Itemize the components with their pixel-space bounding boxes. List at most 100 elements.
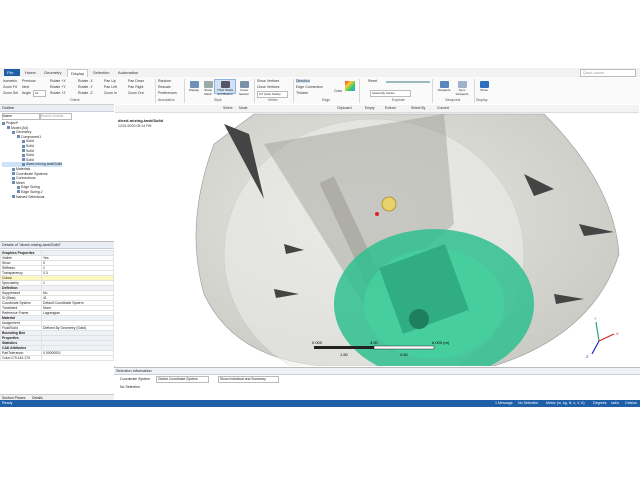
zoom-out-button[interactable]: Zoom Out <box>128 91 144 95</box>
tree-item-label: Project* <box>6 121 19 125</box>
status-messages[interactable]: 1 Message <box>495 400 513 407</box>
zoom-sel-button[interactable]: Zoom Sel <box>3 91 18 95</box>
explode-slider[interactable] <box>386 81 430 83</box>
cross-section-button[interactable]: Cross Section <box>236 79 252 96</box>
coordinate-system-dropdown[interactable]: Global Coordinate System <box>156 376 209 383</box>
tab-automation[interactable]: Automation <box>115 69 141 76</box>
tree-item-label: Edge Sizing 2 <box>21 189 43 194</box>
random-color-button[interactable]: Random <box>158 79 171 83</box>
viewports-button[interactable]: Viewports <box>436 79 452 94</box>
outline-panel: Outline Name Search Outline Project* Mode… <box>0 105 115 241</box>
rotate-py-button[interactable]: Rotate +Y <box>50 85 66 89</box>
thick-shells-icon <box>220 81 230 88</box>
tree-item-label: Mesh <box>16 180 25 185</box>
thicken-button[interactable]: Thicken <box>296 91 308 95</box>
status-temp[interactable]: Celsius <box>625 400 637 407</box>
convert-button[interactable]: Convert <box>437 106 449 111</box>
tab-selection[interactable]: Selection <box>90 69 112 76</box>
rotate-mx-button[interactable]: Rotate -X <box>78 79 93 83</box>
tab-display[interactable]: Display <box>67 69 89 77</box>
show-mode-dropdown[interactable]: Show Individual and Summary <box>218 376 279 383</box>
coordinate-system-label: Coordinate System <box>120 377 150 381</box>
show-label: Show <box>480 88 488 92</box>
property-value[interactable] <box>41 355 114 361</box>
rescale-button[interactable]: Rescale <box>158 85 171 89</box>
tree-item-label: Component1 <box>21 134 42 139</box>
show-icon <box>479 81 489 88</box>
scale-label: 4.50 <box>400 352 409 357</box>
model-render[interactable]: 0.000 3.00 6.000 (m) 1.50 4.50 Y X Z <box>114 104 640 366</box>
bottom-blank-area <box>0 407 640 480</box>
explode-center-dropdown[interactable]: Assembly Center <box>370 90 411 97</box>
status-rad[interactable]: rad/s <box>611 400 619 407</box>
tree-item-label: Edge Sizing <box>21 185 40 190</box>
details-header: Details of "diced-mixing-tank\Solid" <box>0 242 114 249</box>
tree-node-icon <box>12 130 15 134</box>
vertex-scale-dropdown[interactable]: 0.5 (Auto Scale) <box>257 91 288 98</box>
clipboard-button[interactable]: Clipboard <box>337 106 352 111</box>
tree-item[interactable]: Named Selections <box>2 195 62 200</box>
zoom-fit-button[interactable]: Zoom Fit <box>3 85 17 89</box>
axis-z-label: Z <box>586 354 589 359</box>
details-row[interactable]: Color:175.143.175 <box>0 355 114 361</box>
preferences-button[interactable]: Preferences <box>158 91 177 95</box>
extend-button[interactable]: Extend <box>385 106 396 111</box>
zoom-in-button[interactable]: Zoom In <box>104 91 117 95</box>
outline-search-input[interactable]: Search Outline <box>40 113 72 120</box>
tree-item-label: Named Selections <box>16 194 45 199</box>
outline-filter-dropdown[interactable]: Name <box>2 113 40 120</box>
cross-section-label: Cross Section <box>238 88 249 96</box>
explode-reset-button[interactable]: Reset <box>368 79 377 83</box>
quick-launch-search[interactable]: Quick Launch <box>580 69 636 77</box>
tab-geometry[interactable]: Geometry <box>41 69 65 76</box>
display-style-label: Display <box>189 88 199 92</box>
direction-button[interactable]: Direction <box>296 79 310 83</box>
rotate-pz-button[interactable]: Rotate +Z <box>50 91 65 95</box>
tree-item-label: Solid <box>26 157 34 162</box>
tab-file[interactable]: File <box>4 69 20 76</box>
close-vertices-checkbox[interactable]: Close Vertices <box>257 85 279 89</box>
show-vertices-checkbox[interactable]: Show Vertices <box>257 79 279 83</box>
impeller-hub <box>409 309 429 329</box>
mode-button[interactable]: Mode <box>239 106 247 111</box>
ribbon-separator <box>293 79 294 103</box>
tree-item-label: Solid <box>26 148 34 153</box>
sync-viewports-button[interactable]: Sync Viewports <box>452 79 472 96</box>
ribbon-separator <box>432 79 433 103</box>
previous-view-button[interactable]: Previous <box>22 79 36 83</box>
edge-connection-button[interactable]: Edge Connection <box>296 85 323 89</box>
group-display-label: Display <box>476 98 488 102</box>
status-angle[interactable]: Degrees <box>593 400 607 407</box>
status-units[interactable]: Metric (m, kg, N, s, V, A) <box>546 400 585 407</box>
angle-input[interactable]: 10 <box>33 90 46 97</box>
outline-header: Outline <box>0 105 114 112</box>
tab-home[interactable]: Home <box>22 69 39 76</box>
tree-node-icon <box>12 167 15 171</box>
select-by-button[interactable]: Select By <box>411 106 425 111</box>
scale-label: 3.00 <box>370 340 379 345</box>
group-viewports-label: Viewports <box>445 98 461 102</box>
edge-color-icon[interactable] <box>345 81 355 91</box>
thick-shells-button[interactable]: Thick Shells and Beams <box>214 79 236 96</box>
rotate-px-button[interactable]: Rotate +X <box>50 79 66 83</box>
group-edge-label: Edge <box>322 98 331 102</box>
tree-node-icon <box>12 172 15 176</box>
pan-right-button[interactable]: Pan Right <box>128 85 143 89</box>
graphics-viewport[interactable]: 0.000 3.00 6.000 (m) 1.50 4.50 Y X Z <box>114 104 640 366</box>
rotate-mz-button[interactable]: Rotate -Z <box>78 91 93 95</box>
color-label: Color <box>334 89 343 93</box>
rotate-my-button[interactable]: Rotate -Y <box>78 85 93 89</box>
isometric-button[interactable]: Isometric <box>3 79 17 83</box>
next-view-button[interactable]: Next <box>22 85 29 89</box>
details-table: Graphics Properties Visible Yes Show 0 Stiffn… <box>0 250 114 361</box>
pan-down-button[interactable]: Pan Down <box>128 79 144 83</box>
viewport-toolbar: Select Mode Clipboard Empty Extend Selec… <box>115 105 639 113</box>
pan-left-button[interactable]: Pan Left <box>104 85 117 89</box>
empty-button[interactable]: Empty <box>365 106 375 111</box>
select-button[interactable]: Select <box>223 106 232 111</box>
sync-viewports-icon <box>457 81 467 88</box>
tree-item-label: Solid <box>26 153 34 158</box>
show-button[interactable]: Show <box>476 79 492 94</box>
cursor-marker <box>381 196 397 212</box>
pan-up-button[interactable]: Pan Up <box>104 79 116 83</box>
